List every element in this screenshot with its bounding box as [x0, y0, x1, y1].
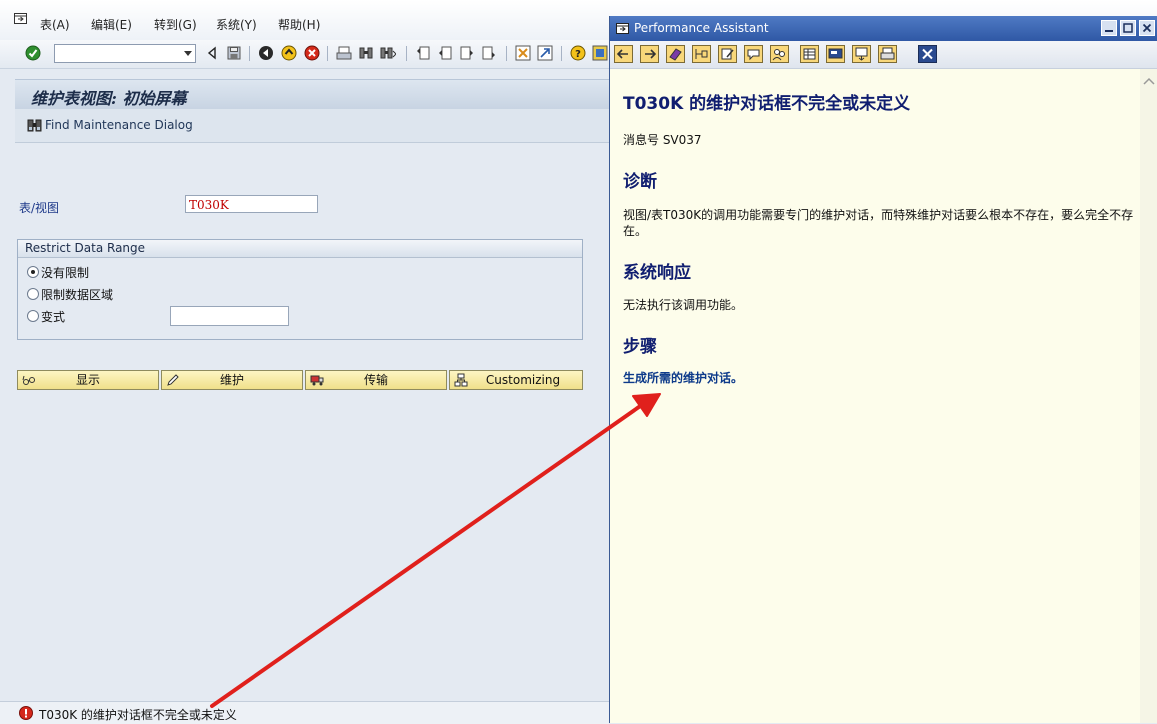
- minimize-icon[interactable]: [1101, 20, 1117, 36]
- binoculars-icon[interactable]: [27, 118, 42, 132]
- print-icon[interactable]: [878, 45, 897, 63]
- arrow-left-icon[interactable]: [204, 45, 220, 61]
- command-field[interactable]: [54, 44, 196, 63]
- performance-assistant-toolbar: [610, 41, 1157, 69]
- message-title: T030K 的维护对话框不完全或未定义: [623, 94, 911, 114]
- display-button[interactable]: 显示: [17, 370, 159, 390]
- enter-check-icon[interactable]: [25, 45, 41, 61]
- new-session-icon[interactable]: [515, 45, 531, 61]
- exit-icon[interactable]: [281, 45, 297, 61]
- glasses-icon: [22, 375, 35, 385]
- procedure-heading: 步骤: [623, 337, 657, 357]
- next-page-icon[interactable]: [459, 45, 475, 61]
- variant-input[interactable]: [170, 306, 289, 326]
- radio-unselected-icon[interactable]: [27, 288, 39, 300]
- radio-no-restriction[interactable]: 没有限制: [27, 264, 89, 281]
- table-view-label: 表/视图: [19, 201, 60, 215]
- shortcut-icon[interactable]: [537, 45, 553, 61]
- radio-variant-label: 变式: [41, 310, 66, 324]
- maintain-button[interactable]: 维护: [161, 370, 303, 390]
- status-message[interactable]: T030K 的维护对话框不完全或未定义: [39, 706, 237, 723]
- radio-unselected-icon[interactable]: [27, 310, 39, 322]
- diagnosis-heading: 诊断: [623, 172, 657, 192]
- previous-page-icon[interactable]: [437, 45, 453, 61]
- menu-table[interactable]: 表(A): [40, 16, 70, 33]
- performance-assistant-window: Performance Assistant T030K 的维护对话框不完全或未定…: [609, 16, 1157, 723]
- radio-selected-icon[interactable]: [27, 266, 39, 278]
- help-icon[interactable]: ?: [570, 45, 586, 61]
- menu-system[interactable]: 系统(Y): [216, 16, 257, 33]
- diagnosis-text: 视图/表T030K的调用功能需要专门的维护对话，而特殊维护对话要么根本不存在，要…: [623, 208, 1134, 238]
- error-icon: [19, 706, 33, 720]
- back-icon[interactable]: [258, 45, 274, 61]
- truck-icon: [310, 375, 324, 386]
- customizing-button[interactable]: Customizing: [449, 370, 583, 390]
- transport-button-label: 传输: [363, 373, 388, 387]
- application-toolbar: Find Maintenance Dialog: [15, 109, 609, 143]
- menu-help[interactable]: 帮助(H): [278, 16, 320, 33]
- vertical-scrollbar[interactable]: [1140, 69, 1157, 723]
- export-icon[interactable]: [852, 45, 871, 63]
- message-number: 消息号 SV037: [623, 133, 702, 147]
- maximize-icon[interactable]: [1120, 20, 1136, 36]
- menu-window-icon[interactable]: [14, 13, 27, 24]
- svg-text:?: ?: [575, 49, 581, 60]
- table-icon[interactable]: [800, 45, 819, 63]
- radio-no-restriction-label: 没有限制: [41, 266, 90, 280]
- window-icon: [616, 23, 629, 34]
- pencil-icon: [167, 374, 179, 386]
- save-icon[interactable]: [226, 45, 242, 61]
- find-icon[interactable]: [358, 45, 374, 61]
- back-arrow-icon[interactable]: [614, 45, 633, 63]
- display-window-icon[interactable]: [826, 45, 845, 63]
- restrict-data-range-header: Restrict Data Range: [18, 240, 582, 258]
- chevron-down-icon[interactable]: [184, 51, 192, 56]
- page-title: 维护表视图: 初始屏幕: [31, 89, 187, 108]
- menu-goto[interactable]: 转到(G): [154, 16, 197, 33]
- users-icon[interactable]: [770, 45, 789, 63]
- transport-button[interactable]: 传输: [305, 370, 447, 390]
- edit-note-icon[interactable]: [718, 45, 737, 63]
- screen-title-bar: 维护表视图: 初始屏幕: [15, 79, 609, 110]
- hierarchy-icon: [454, 373, 468, 387]
- forward-arrow-icon[interactable]: [640, 45, 659, 63]
- maintain-button-label: 维护: [219, 373, 244, 387]
- last-page-icon[interactable]: [481, 45, 497, 61]
- technical-info-icon[interactable]: [692, 45, 711, 63]
- restrict-data-range-group: Restrict Data Range 没有限制 限制数据区域 变式: [17, 239, 583, 340]
- close-x-icon[interactable]: [918, 45, 937, 63]
- performance-assistant-content: T030K 的维护对话框不完全或未定义 消息号 SV037 诊断 视图/表T03…: [610, 69, 1140, 723]
- table-view-input[interactable]: T030K: [185, 195, 318, 213]
- book-icon[interactable]: [666, 45, 685, 63]
- find-maintenance-dialog-button[interactable]: Find Maintenance Dialog: [45, 118, 193, 132]
- cancel-icon[interactable]: [304, 45, 320, 61]
- close-icon[interactable]: [1139, 20, 1155, 36]
- menu-edit[interactable]: 编辑(E): [91, 16, 132, 33]
- find-next-icon[interactable]: [380, 45, 396, 61]
- radio-variant[interactable]: 变式: [27, 308, 65, 325]
- radio-restrict-range-label: 限制数据区域: [41, 288, 114, 302]
- system-response-heading: 系统响应: [623, 263, 691, 283]
- scroll-up-icon[interactable]: [1143, 77, 1155, 85]
- layout-menu-icon[interactable]: [592, 45, 608, 61]
- radio-restrict-range[interactable]: 限制数据区域: [27, 286, 113, 303]
- customizing-button-label: Customizing: [485, 373, 561, 387]
- performance-assistant-titlebar[interactable]: Performance Assistant: [610, 16, 1157, 41]
- first-page-icon[interactable]: [415, 45, 431, 61]
- print-icon[interactable]: [336, 45, 352, 61]
- display-button-label: 显示: [75, 373, 100, 387]
- system-response-text: 无法执行该调用功能。: [623, 298, 744, 312]
- window-title: Performance Assistant: [634, 21, 769, 35]
- comment-icon[interactable]: [744, 45, 763, 63]
- procedure-link[interactable]: 生成所需的维护对话。: [623, 369, 743, 386]
- status-bar[interactable]: T030K 的维护对话框不完全或未定义: [0, 701, 609, 724]
